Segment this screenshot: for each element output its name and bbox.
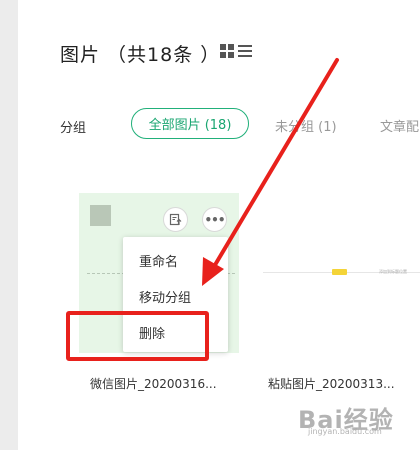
list-view-icon[interactable] (238, 44, 252, 58)
select-checkbox[interactable] (90, 205, 111, 226)
export-button[interactable] (163, 207, 188, 232)
image-card[interactable]: 添加到标题位置 (263, 193, 420, 353)
tab-all-images[interactable]: 全部图片 (18) (131, 108, 249, 139)
baidu-watermark: Bai经验 jingyan.baidu.com (298, 406, 394, 436)
menu-item-move-group[interactable]: 移动分组 (139, 287, 191, 306)
page-title: 图片 （共18条 ） (60, 44, 221, 66)
export-icon (169, 213, 182, 226)
image-caption: 粘贴图片_20200313... (268, 377, 395, 391)
view-toggle (220, 44, 252, 58)
thumbnail-tag (332, 269, 347, 275)
grid-view-icon[interactable] (220, 44, 234, 58)
group-label: 分组 (60, 121, 87, 136)
menu-item-rename[interactable]: 重命名 (139, 251, 178, 270)
thumbnail-text: 添加到标题位置 (379, 269, 407, 274)
image-caption: 微信图片_20200316... (90, 377, 217, 391)
annotation-highlight-box (66, 311, 209, 361)
more-icon: ••• (204, 212, 225, 227)
tab-ungrouped[interactable]: 未分组 (1) (275, 116, 337, 135)
tab-article-images[interactable]: 文章配 (380, 116, 419, 135)
more-button[interactable]: ••• (202, 207, 227, 232)
